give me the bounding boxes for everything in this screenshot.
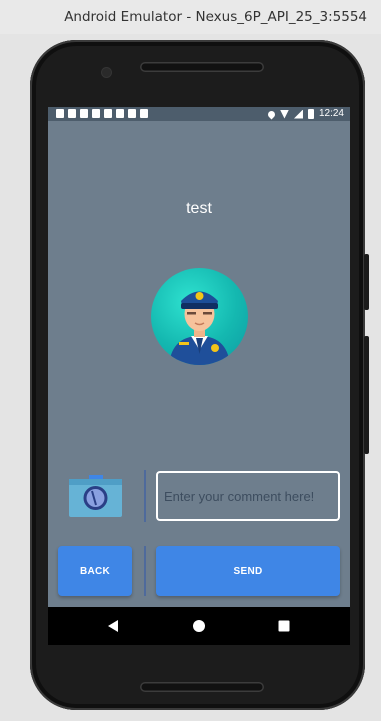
camera-button[interactable]	[69, 475, 122, 517]
grid-icon	[80, 109, 88, 118]
person-icon	[116, 109, 124, 118]
mail-icon	[56, 109, 64, 118]
wifi-icon	[279, 109, 289, 119]
nav-recents-button[interactable]	[264, 607, 304, 645]
divider-top	[144, 470, 146, 522]
status-time: 12:24	[318, 108, 344, 119]
police-officer-avatar-icon	[151, 268, 248, 365]
bottom-speaker	[140, 682, 264, 692]
signal-icon	[293, 109, 303, 119]
grid-icon	[92, 109, 100, 118]
send-button[interactable]: SEND	[156, 546, 340, 596]
home-circle-icon	[193, 620, 205, 632]
sd-card-icon	[140, 109, 148, 118]
system-icons: 12:24	[266, 108, 344, 120]
location-icon	[266, 109, 277, 119]
back-button[interactable]: BACK	[58, 546, 132, 596]
person-icon	[104, 109, 112, 118]
page-title: test	[186, 200, 212, 217]
top-speaker	[140, 62, 264, 72]
nav-home-button[interactable]	[179, 607, 219, 645]
nav-back-button[interactable]	[93, 607, 133, 645]
power-button[interactable]	[364, 254, 369, 310]
window-title: Android Emulator - Nexus_6P_API_25_3:555…	[0, 0, 381, 34]
back-triangle-icon	[108, 620, 118, 632]
divider-bottom	[144, 546, 146, 596]
list-icon	[68, 109, 76, 118]
volume-button[interactable]	[364, 336, 369, 454]
battery-icon	[307, 109, 314, 119]
front-camera	[102, 68, 111, 77]
person-icon	[128, 109, 136, 118]
device-screen: 12:24 test Enter your comment here! BACK…	[48, 107, 350, 645]
notification-icons	[56, 109, 148, 118]
status-bar: 12:24	[48, 107, 350, 121]
comment-input[interactable]	[156, 471, 340, 521]
recents-square-icon	[278, 620, 290, 632]
navigation-bar	[48, 607, 350, 645]
